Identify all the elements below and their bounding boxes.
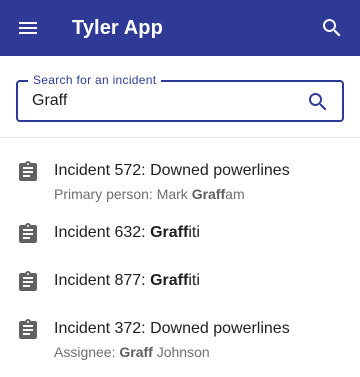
result-item[interactable]: Incident 877: Graffiti xyxy=(0,270,360,318)
clipboard-icon xyxy=(19,319,37,339)
results-list: Incident 572: Downed powerlines Primary … xyxy=(0,138,360,370)
hamburger-menu-icon xyxy=(19,22,37,34)
result-title: Incident 877: Graffiti xyxy=(54,272,200,289)
result-subtitle: Assignee: Graff Johnson xyxy=(54,344,210,360)
app-title: Tyler App xyxy=(72,16,163,39)
clipboard-icon xyxy=(19,161,37,181)
result-title: Incident 632: Graffiti xyxy=(54,224,200,241)
menu-button[interactable] xyxy=(0,0,56,56)
top-app-bar: Tyler App xyxy=(0,0,360,56)
clipboard-icon xyxy=(19,223,37,243)
search-icon xyxy=(323,19,341,37)
search-input[interactable] xyxy=(32,88,292,114)
appbar-search-button[interactable] xyxy=(304,0,360,56)
result-title: Incident 372: Downed powerlines xyxy=(54,320,290,337)
search-submit-icon[interactable] xyxy=(306,90,330,114)
result-item[interactable]: Incident 572: Downed powerlines Primary … xyxy=(0,160,360,212)
result-item[interactable]: Incident 372: Downed powerlines Assignee… xyxy=(0,318,360,370)
search-field-label: Search for an incident xyxy=(28,73,162,87)
result-title: Incident 572: Downed powerlines xyxy=(54,162,290,179)
search-region: Search for an incident xyxy=(0,56,360,138)
result-subtitle: Primary person: Mark Graffam xyxy=(54,186,245,202)
search-field[interactable]: Search for an incident xyxy=(16,73,344,122)
result-item[interactable]: Incident 632: Graffiti xyxy=(0,222,360,270)
clipboard-icon xyxy=(19,271,37,291)
